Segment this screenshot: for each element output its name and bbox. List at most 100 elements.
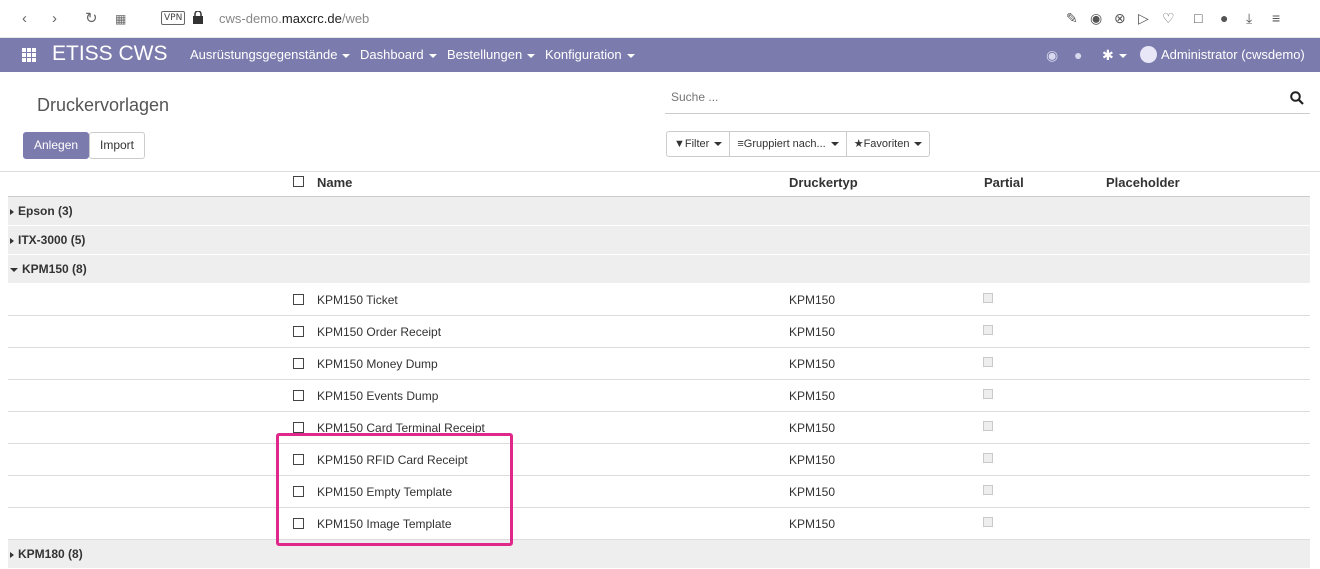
chevron-down-icon xyxy=(714,142,723,147)
menu-bestellungen[interactable]: Bestellungen xyxy=(447,47,536,62)
group-label: KPM150 (8) xyxy=(10,262,87,276)
search-bar xyxy=(665,86,1310,114)
row-checkbox[interactable] xyxy=(293,326,304,337)
cell-druckertyp: KPM150 xyxy=(789,453,836,467)
menu-label: Bestellungen xyxy=(447,47,523,62)
menu-label: Dashboard xyxy=(360,47,424,62)
camera-icon[interactable]: ◉ xyxy=(1090,10,1102,27)
favorites-button[interactable]: ★Favoriten xyxy=(847,132,930,156)
menu-konfiguration[interactable]: Konfiguration xyxy=(545,47,635,62)
adblock-icon[interactable]: ⊗ xyxy=(1114,10,1126,27)
cell-name: KPM150 Order Receipt xyxy=(317,325,442,339)
column-header-name[interactable]: Name xyxy=(317,175,352,190)
partial-checkbox xyxy=(983,325,993,335)
address-bar[interactable]: cws-demo.maxcrc.de/web xyxy=(219,11,369,26)
search-options: ▼Filter ≡Gruppiert nach... ★Favoriten xyxy=(666,131,931,157)
table-row[interactable]: KPM150 Ticket KPM150 xyxy=(8,284,1310,316)
row-checkbox[interactable] xyxy=(293,390,304,401)
table-row[interactable]: KPM150 Order Receipt KPM150 xyxy=(8,316,1310,348)
caret-right-icon xyxy=(10,551,14,558)
menu-label: Ausrüstungsgegenstände xyxy=(190,47,338,62)
user-menu[interactable]: Administrator (cwsdemo) xyxy=(1161,47,1305,62)
table-row[interactable]: KPM150 Money Dump KPM150 xyxy=(8,348,1310,380)
caret-right-icon xyxy=(10,208,14,215)
group-label: ITX-3000 (5) xyxy=(10,233,85,247)
caret-down-icon xyxy=(10,267,18,272)
table-row[interactable]: KPM150 Empty Template KPM150 xyxy=(8,476,1310,508)
menu-ausruestung[interactable]: Ausrüstungsgegenstände xyxy=(190,47,351,62)
search-icon[interactable] xyxy=(1290,91,1304,105)
table-row[interactable]: KPM150 Image Template KPM150 xyxy=(8,508,1310,540)
menu-label: Konfiguration xyxy=(545,47,622,62)
snapshot-icon[interactable]: ✎ xyxy=(1066,10,1078,27)
partial-checkbox xyxy=(983,293,993,303)
search-input[interactable] xyxy=(671,90,1271,104)
send-icon[interactable]: ▷ xyxy=(1138,10,1149,27)
heart-icon[interactable]: ♡ xyxy=(1162,10,1175,27)
cell-druckertyp: KPM150 xyxy=(789,357,836,371)
chat-icon[interactable]: ● xyxy=(1074,47,1082,63)
download-icon[interactable]: ⤓ xyxy=(1246,10,1252,27)
url-path: /web xyxy=(341,11,370,26)
cell-druckertyp: KPM150 xyxy=(789,325,836,339)
vpn-badge[interactable]: VPN xyxy=(161,11,186,25)
cell-druckertyp: KPM150 xyxy=(789,389,836,403)
avatar[interactable] xyxy=(1140,46,1157,63)
list-view-table: Name Druckertyp Partial Placeholder Epso… xyxy=(8,168,1310,569)
profile-icon[interactable]: ● xyxy=(1220,10,1228,26)
easy-setup-icon[interactable]: ≡ xyxy=(1272,10,1280,26)
cube-icon[interactable]: □ xyxy=(1194,10,1202,26)
chevron-down-icon xyxy=(914,142,923,147)
group-label-text: Epson (3) xyxy=(18,204,73,218)
group-row-epson[interactable]: Epson (3) xyxy=(8,197,1310,226)
partial-checkbox xyxy=(983,357,993,367)
back-icon[interactable]: ‹ xyxy=(22,10,27,28)
groupby-button[interactable]: ≡Gruppiert nach... xyxy=(730,132,847,156)
group-row-kpm150[interactable]: KPM150 (8) xyxy=(8,255,1310,284)
caret-right-icon xyxy=(10,237,14,244)
cell-name: KPM150 Ticket xyxy=(317,293,398,307)
column-header-druckertyp[interactable]: Druckertyp xyxy=(789,175,858,190)
filter-icon: ▼ xyxy=(674,138,685,150)
speed-dial-icon[interactable]: ▦ xyxy=(115,10,126,28)
chevron-down-icon xyxy=(527,53,536,58)
select-all-checkbox[interactable] xyxy=(293,176,304,187)
reload-icon[interactable]: ↻ xyxy=(85,10,98,28)
chevron-down-icon xyxy=(428,53,437,58)
help-icon[interactable]: ◉ xyxy=(1046,47,1058,64)
column-header-partial[interactable]: Partial xyxy=(984,175,1024,190)
filter-button[interactable]: ▼Filter xyxy=(667,132,731,156)
debug-icon[interactable]: ✱ xyxy=(1102,47,1127,64)
url-host: maxcrc.de xyxy=(281,11,342,26)
breadcrumb: Druckervorlagen xyxy=(37,95,170,115)
cell-druckertyp: KPM150 xyxy=(789,421,836,435)
main-navbar: ETISS CWS Ausrüstungsgegenstände Dashboa… xyxy=(0,38,1320,72)
cell-druckertyp: KPM150 xyxy=(789,293,836,307)
menu-dashboard[interactable]: Dashboard xyxy=(360,47,437,62)
column-header-placeholder[interactable]: Placeholder xyxy=(1106,175,1180,190)
group-row-kpm180[interactable]: KPM180 (8) xyxy=(8,540,1310,569)
app-brand[interactable]: ETISS CWS xyxy=(52,42,168,66)
group-label: Epson (3) xyxy=(10,204,73,218)
favorites-label: Favoriten xyxy=(863,138,910,150)
table-row[interactable]: KPM150 RFID Card Receipt KPM150 xyxy=(8,444,1310,476)
group-label-text: ITX-3000 (5) xyxy=(18,233,86,247)
filter-label: Filter xyxy=(684,138,710,150)
row-checkbox[interactable] xyxy=(293,294,304,305)
browser-toolbar: ‹ › ↻ ▦ VPN cws-demo.maxcrc.de/web ✎ ◉ ⊗… xyxy=(0,0,1320,38)
apps-grid-icon[interactable] xyxy=(22,48,36,62)
highlight-annotation-box xyxy=(276,433,513,546)
import-button[interactable]: Import xyxy=(89,132,146,159)
forward-icon[interactable]: › xyxy=(52,10,57,28)
group-label-text: KPM150 (8) xyxy=(22,262,87,276)
row-checkbox[interactable] xyxy=(293,358,304,369)
control-panel: Druckervorlagen Anlegen Import ▼Filter ≡… xyxy=(0,72,1320,172)
partial-checkbox xyxy=(983,421,993,431)
groupby-label: Gruppiert nach... xyxy=(743,138,826,150)
table-row[interactable]: KPM150 Events Dump KPM150 xyxy=(8,380,1310,412)
create-button[interactable]: Anlegen xyxy=(23,132,90,159)
row-checkbox[interactable] xyxy=(293,422,304,433)
table-row[interactable]: KPM150 Card Terminal Receipt KPM150 xyxy=(8,412,1310,444)
group-row-itx3000[interactable]: ITX-3000 (5) xyxy=(8,226,1310,255)
url-prefix: cws-demo. xyxy=(219,11,282,26)
